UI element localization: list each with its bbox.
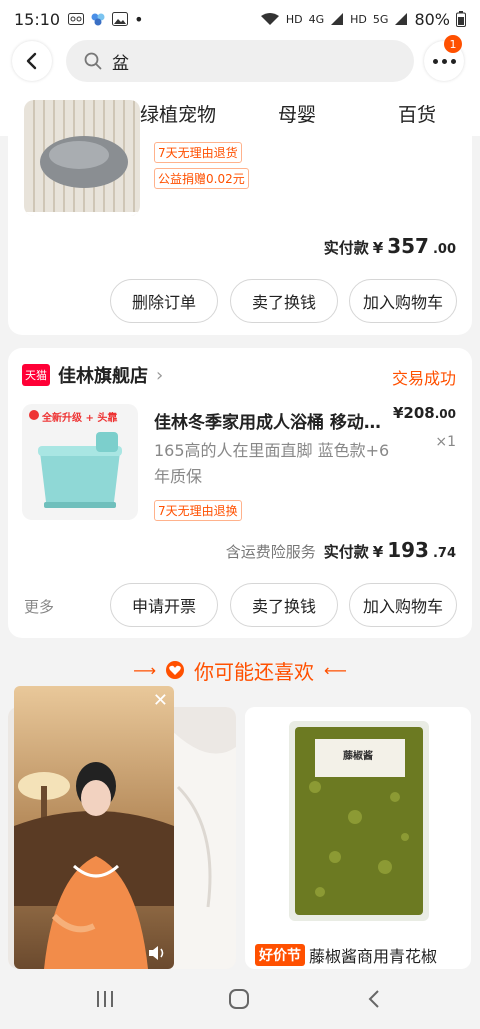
paid-decimal: .74 xyxy=(432,546,456,561)
video-frame xyxy=(14,686,174,969)
recent-apps-icon[interactable] xyxy=(94,988,116,1010)
package-label: 藤椒酱 xyxy=(343,751,373,762)
order-status: 交易成功 xyxy=(391,369,456,388)
request-invoice-button[interactable]: 申请开票 xyxy=(110,583,218,627)
paid-currency: ¥ xyxy=(372,239,384,257)
wifi-icon xyxy=(260,13,279,25)
tmall-badge: 天猫 xyxy=(22,364,50,386)
tab-general-goods[interactable]: 百货 xyxy=(398,100,436,127)
chevron-right-icon: › xyxy=(156,364,164,386)
product-quantity: ×1 xyxy=(435,434,456,450)
tab-plants-pets[interactable]: 绿植宠物 xyxy=(140,100,216,127)
more-menu-button[interactable]: 1 xyxy=(424,35,464,81)
app-cluster-icon xyxy=(91,13,105,26)
top-bar: 盆 1 xyxy=(0,35,480,88)
product-spec: 165高的人在里面直脚 蓝色款+6年质保 xyxy=(154,441,390,486)
hd-label-2: HD xyxy=(350,12,367,26)
home-icon[interactable] xyxy=(228,988,250,1010)
battery-icon xyxy=(456,11,466,27)
bamboo-mat-product-image xyxy=(24,100,140,216)
paid-currency: ¥ xyxy=(372,543,384,561)
heart-icon xyxy=(166,661,184,679)
product-title[interactable]: 佳林冬季家用成人浴桶 移动式... xyxy=(154,408,396,433)
recommend-item-image xyxy=(245,707,471,937)
recommend-caption: 好价节 藤椒酱商用青花椒 xyxy=(255,943,437,967)
paid-integer: 193 xyxy=(387,538,429,562)
price-integer: ¥208 xyxy=(392,404,435,422)
more-dots-icon xyxy=(432,58,456,64)
signal-icon-2 xyxy=(395,13,408,25)
hd-label-1: HD xyxy=(285,12,303,26)
delete-order-button[interactable]: 删除订单 xyxy=(110,279,218,323)
recommend-item[interactable]: 藤椒酱 好价节 藤椒酱商用青花椒 xyxy=(245,707,471,969)
paid-integer: 357 xyxy=(387,234,429,258)
signal-icon xyxy=(331,13,344,25)
return-policy-tag: 7天无理由退换 xyxy=(154,500,242,521)
status-left-icons: • xyxy=(68,9,144,29)
paid-amount: 含运费险服务 实付款 ¥193.74 xyxy=(226,538,456,562)
floating-video[interactable]: ✕ xyxy=(14,686,174,969)
order-card: 7天无理由退货 公益捐赠0.02元 实付款 ¥357.00 删除订单 卖了换钱 加… xyxy=(8,100,472,335)
tab-baby[interactable]: 母婴 xyxy=(278,100,316,127)
status-right-icons: HD 4G HD 5G 80% xyxy=(260,10,466,29)
price-decimal: .00 xyxy=(434,407,456,421)
recommend-heading: ⟶ 你可能还喜欢 ⟵ xyxy=(0,655,480,685)
search-query: 盆 xyxy=(112,53,129,74)
search-icon xyxy=(84,52,102,70)
paid-label: 实付款 xyxy=(323,543,369,561)
recommend-title: 你可能还喜欢 xyxy=(194,659,314,684)
product-image[interactable] xyxy=(24,100,140,216)
decor-arrow-right-icon: ⟵ xyxy=(324,660,347,680)
decor-arrow-left-icon: ⟶ xyxy=(133,660,156,680)
network-label-2: 5G xyxy=(372,12,389,26)
resell-button[interactable]: 卖了换钱 xyxy=(230,279,338,323)
back-nav-icon[interactable] xyxy=(364,988,386,1010)
return-policy-tag: 7天无理由退货 xyxy=(154,142,242,163)
notification-badge: 1 xyxy=(444,35,462,53)
promo-badge: 好价节 xyxy=(255,944,305,966)
gallery-icon xyxy=(112,12,129,26)
battery-percent: 80% xyxy=(414,9,450,29)
more-link[interactable]: 更多 xyxy=(24,596,54,617)
add-to-cart-button[interactable]: 加入购物车 xyxy=(349,583,457,627)
paid-label: 实付款 xyxy=(323,239,369,257)
speaker-icon[interactable] xyxy=(148,945,166,961)
paid-decimal: .00 xyxy=(432,242,456,257)
product-price: ¥208.00 xyxy=(393,404,456,422)
status-dot: • xyxy=(134,9,144,29)
close-icon[interactable]: ✕ xyxy=(153,690,168,711)
shipping-insurance-label: 含运费险服务 xyxy=(225,543,316,561)
network-label-1: 4G xyxy=(308,12,325,26)
voicemail-icon xyxy=(68,13,85,25)
shop-header[interactable]: 天猫 佳林旗舰店 › xyxy=(22,362,163,388)
status-bar: 15:10 • HD 4G HD 5G 80% xyxy=(0,0,480,38)
chevron-left-icon xyxy=(26,52,37,70)
search-input[interactable]: 盆 xyxy=(66,40,414,82)
recommend-item-title: 藤椒酱商用青花椒 xyxy=(309,947,438,966)
order-card: 天猫 佳林旗舰店 › 交易成功 全新升级 + 头靠 佳林冬季家用成人浴桶 移动式… xyxy=(8,348,472,638)
resell-button[interactable]: 卖了换钱 xyxy=(230,583,338,627)
system-nav-bar xyxy=(0,972,480,1029)
charity-tag: 公益捐赠0.02元 xyxy=(154,168,249,189)
product-image[interactable]: 全新升级 + 头靠 xyxy=(22,404,138,520)
shop-name: 佳林旗舰店 xyxy=(58,366,148,387)
add-to-cart-button[interactable]: 加入购物车 xyxy=(349,279,457,323)
product-image-banner: 全新升级 + 头靠 xyxy=(42,413,118,424)
paid-amount: 实付款 ¥357.00 xyxy=(324,234,456,258)
status-time: 15:10 xyxy=(14,9,61,29)
back-button[interactable] xyxy=(12,41,52,81)
